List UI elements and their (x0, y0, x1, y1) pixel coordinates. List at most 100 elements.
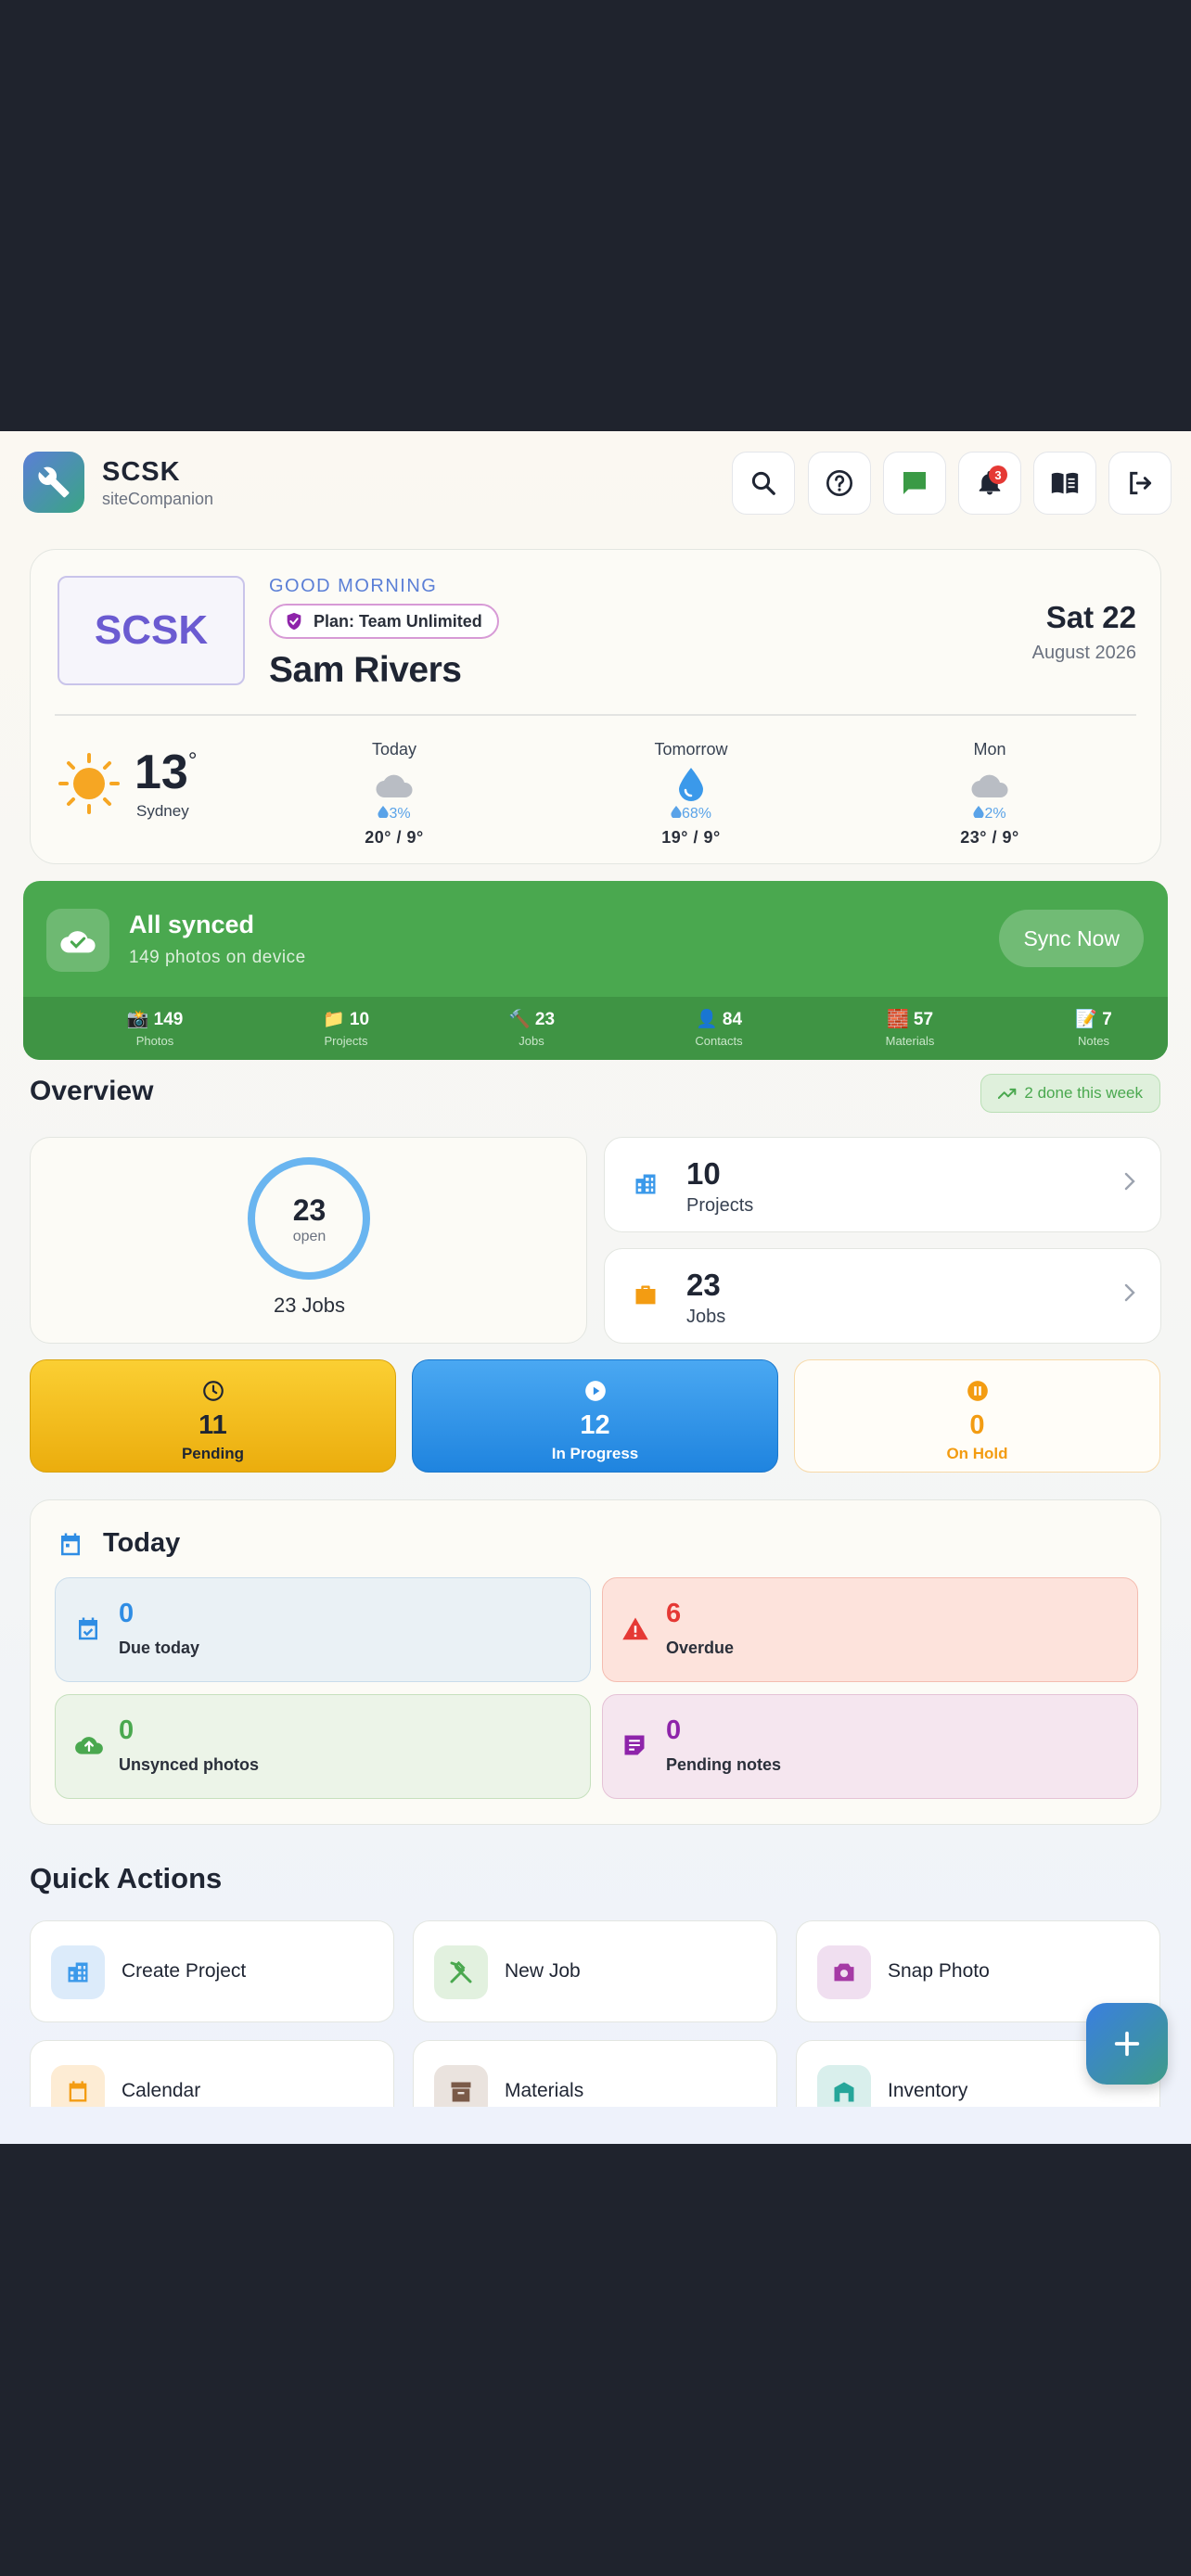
jobs-caption: 23 Jobs (273, 1294, 346, 1317)
forecast-mon: Mon 2% 23° / 9° (960, 740, 1019, 847)
unsynced-photos-tile[interactable]: 0 Unsynced photos (55, 1694, 591, 1799)
pause-icon (967, 1381, 988, 1401)
create-project-action[interactable]: Create Project (30, 1920, 394, 2022)
top-bar: SCSK siteCompanion 3 (0, 431, 1191, 533)
stat-projects[interactable]: 📁 10 Projects (281, 1008, 411, 1048)
sync-subtitle: 149 photos on device (129, 948, 306, 967)
warehouse-icon (834, 2082, 854, 2102)
plan-badge[interactable]: Plan: Team Unlimited (269, 604, 499, 639)
on-hold-status-card[interactable]: 0 On Hold (794, 1359, 1160, 1473)
search-button[interactable] (732, 452, 795, 515)
company-logo: SCSK (58, 576, 245, 685)
stat-contacts[interactable]: 👤 84 Contacts (654, 1008, 784, 1048)
chevron-right-icon (1124, 1172, 1135, 1191)
stat-notes[interactable]: 📝 7 Notes (1029, 1008, 1159, 1048)
guide-button[interactable] (1033, 452, 1096, 515)
briefcase-icon (635, 1285, 656, 1305)
divider (55, 714, 1136, 716)
person-icon: 👤 (695, 1010, 718, 1029)
quick-actions-title: Quick Actions (30, 1862, 223, 1894)
sync-card: All synced 149 photos on device Sync Now… (23, 881, 1168, 1060)
calendar-check-icon (79, 1617, 97, 1640)
greeting-card: SCSK GOOD MORNING Plan: Team Unlimited S… (30, 549, 1161, 864)
help-icon (826, 470, 852, 496)
done-this-week-pill[interactable]: 2 done this week (980, 1074, 1160, 1113)
cloud-icon (971, 774, 1008, 798)
jobs-card[interactable]: 23 Jobs (604, 1248, 1161, 1344)
projects-card[interactable]: 10 Projects (604, 1137, 1161, 1232)
overdue-tile[interactable]: 6 Overdue (602, 1577, 1138, 1682)
raindrop-icon (671, 806, 682, 820)
help-button[interactable] (808, 452, 871, 515)
play-icon (584, 1381, 606, 1401)
greeting-text: GOOD MORNING (269, 576, 438, 596)
app-logo[interactable] (23, 452, 84, 513)
chat-icon (903, 472, 926, 494)
raindrop-icon (679, 768, 703, 801)
open-jobs-count: 23 (292, 1193, 327, 1227)
cloud-icon (376, 774, 413, 798)
user-name: Sam Rivers (269, 650, 462, 690)
app-name: SCSK (102, 457, 181, 487)
plan-label: Plan: Team Unlimited (314, 611, 482, 631)
camera-icon (834, 1963, 854, 1982)
brand: SCSK siteCompanion (102, 457, 213, 509)
forecast-tomorrow: Tomorrow 68% 19° / 9° (654, 740, 728, 847)
clock-icon (202, 1381, 224, 1401)
brick-icon: 🧱 (886, 1010, 909, 1029)
notifications-button[interactable]: 3 (958, 452, 1021, 515)
raindrop-icon (973, 806, 985, 820)
today-panel: Today 0 Due today 6 Overdue 0 Unsynced p… (30, 1499, 1161, 1825)
shield-check-icon (287, 612, 301, 631)
building-icon (635, 1174, 656, 1194)
in-progress-status-card[interactable]: 12 In Progress (412, 1359, 778, 1473)
notification-badge: 3 (989, 465, 1007, 484)
hammer-icon: 🔨 (507, 1010, 531, 1029)
search-icon (751, 471, 775, 495)
note-icon (624, 1735, 645, 1755)
pending-notes-tile[interactable]: 0 Pending notes (602, 1694, 1138, 1799)
raindrop-icon (378, 806, 390, 820)
app-screen: SCSK siteCompanion 3 SCSK GOOD MORNING P… (0, 431, 1191, 2144)
building-icon (68, 1962, 88, 1983)
open-label: open (292, 1229, 327, 1244)
date-main: Sat 22 (1045, 600, 1136, 634)
calendar-icon (61, 1533, 80, 1556)
wrench-icon (38, 466, 70, 498)
book-icon (1051, 472, 1079, 494)
logout-icon (1130, 471, 1152, 495)
cloud-check-icon (46, 909, 109, 972)
chevron-right-icon (1124, 1283, 1135, 1302)
note-icon: 📝 (1075, 1010, 1097, 1029)
stat-jobs[interactable]: 🔨 23 Jobs (467, 1008, 596, 1048)
camera-icon: 📸 (126, 1010, 149, 1029)
overview-title: Overview (30, 1076, 154, 1106)
sync-status: All synced (129, 911, 255, 938)
sync-now-button[interactable]: Sync Now (999, 910, 1144, 967)
warning-icon (622, 1617, 648, 1640)
stat-materials[interactable]: 🧱 57 Materials (845, 1008, 975, 1048)
logout-button[interactable] (1108, 452, 1172, 515)
trending-up-icon (998, 1088, 1017, 1099)
messages-button[interactable] (883, 452, 946, 515)
app-subtitle: siteCompanion (102, 490, 214, 508)
bottom-safe-area (0, 2107, 1191, 2144)
sun-icon (58, 753, 120, 814)
forecast-today: Today 3% 20° / 9° (365, 740, 424, 847)
folder-icon: 📁 (322, 1010, 345, 1029)
date-sub: August 2026 (1031, 643, 1136, 663)
plus-icon (1114, 2031, 1140, 2057)
tools-icon (450, 1960, 472, 1983)
sync-stats: 📸 149 Photos 📁 10 Projects 🔨 23 Jobs 👤 84 Co… (23, 997, 1168, 1060)
pending-status-card[interactable]: 11 Pending (30, 1359, 396, 1473)
stat-photos[interactable]: 📸 149 Photos (90, 1008, 220, 1048)
new-job-action[interactable]: New Job (413, 1920, 777, 2022)
add-fab-button[interactable] (1086, 2003, 1168, 2085)
due-today-tile[interactable]: 0 Due today (55, 1577, 591, 1682)
today-title: Today (103, 1528, 181, 1558)
jobs-ring-card[interactable]: 23 open 23 Jobs (30, 1137, 587, 1344)
calendar-icon (69, 2081, 87, 2102)
archive-box-icon (451, 2082, 471, 2102)
cloud-upload-icon (75, 1737, 103, 1754)
weather-city: Sydney (136, 802, 189, 820)
